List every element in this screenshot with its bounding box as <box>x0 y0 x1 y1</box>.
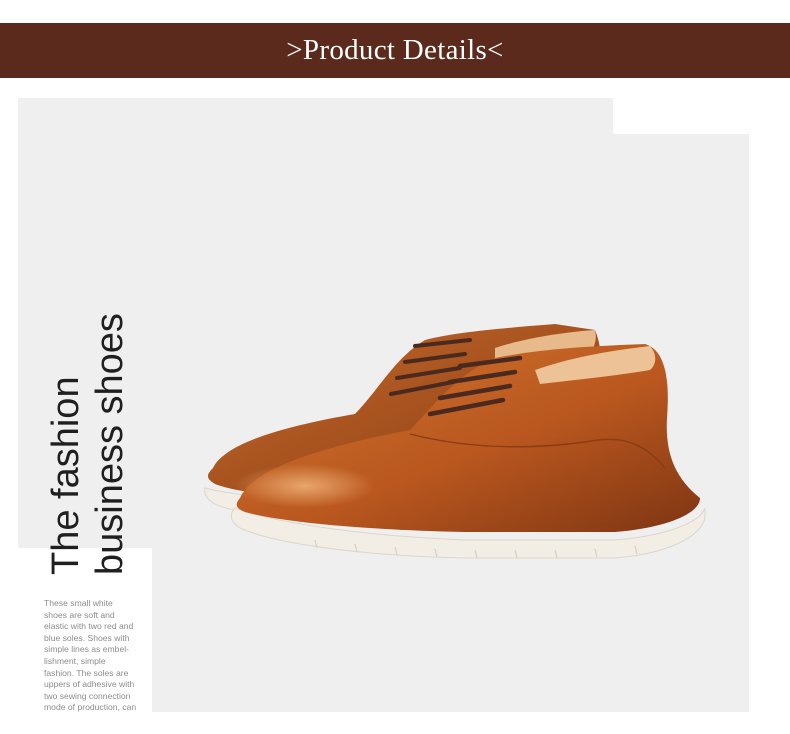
section-header-bar: >Product Details< <box>0 23 790 78</box>
description-line: blue soles. Shoes with <box>44 632 130 643</box>
description-line: These small white <box>44 598 113 608</box>
description-line: uppers of adhesive with <box>44 679 135 690</box>
headline-line-2: business shoes <box>89 313 131 575</box>
description-line: mode of production, can <box>44 702 137 713</box>
brown-leather-derby-shoes-image <box>204 324 706 559</box>
description-line: shoes are soft and <box>44 609 115 620</box>
product-description: These small white shoes are soft and ela… <box>44 598 152 714</box>
description-line: simple lines as embel- <box>44 644 130 655</box>
description-line: elastic with two red and <box>44 621 134 632</box>
description-line: two sewing connection <box>44 690 131 701</box>
toe-highlight <box>235 464 375 508</box>
headline-line-1: The fashion <box>45 376 87 575</box>
description-line: fashion. The soles are <box>44 667 129 678</box>
section-title: >Product Details< <box>286 34 504 66</box>
description-line: lishment, simple <box>44 655 106 666</box>
vertical-headline: The fashion business shoes <box>44 313 132 575</box>
